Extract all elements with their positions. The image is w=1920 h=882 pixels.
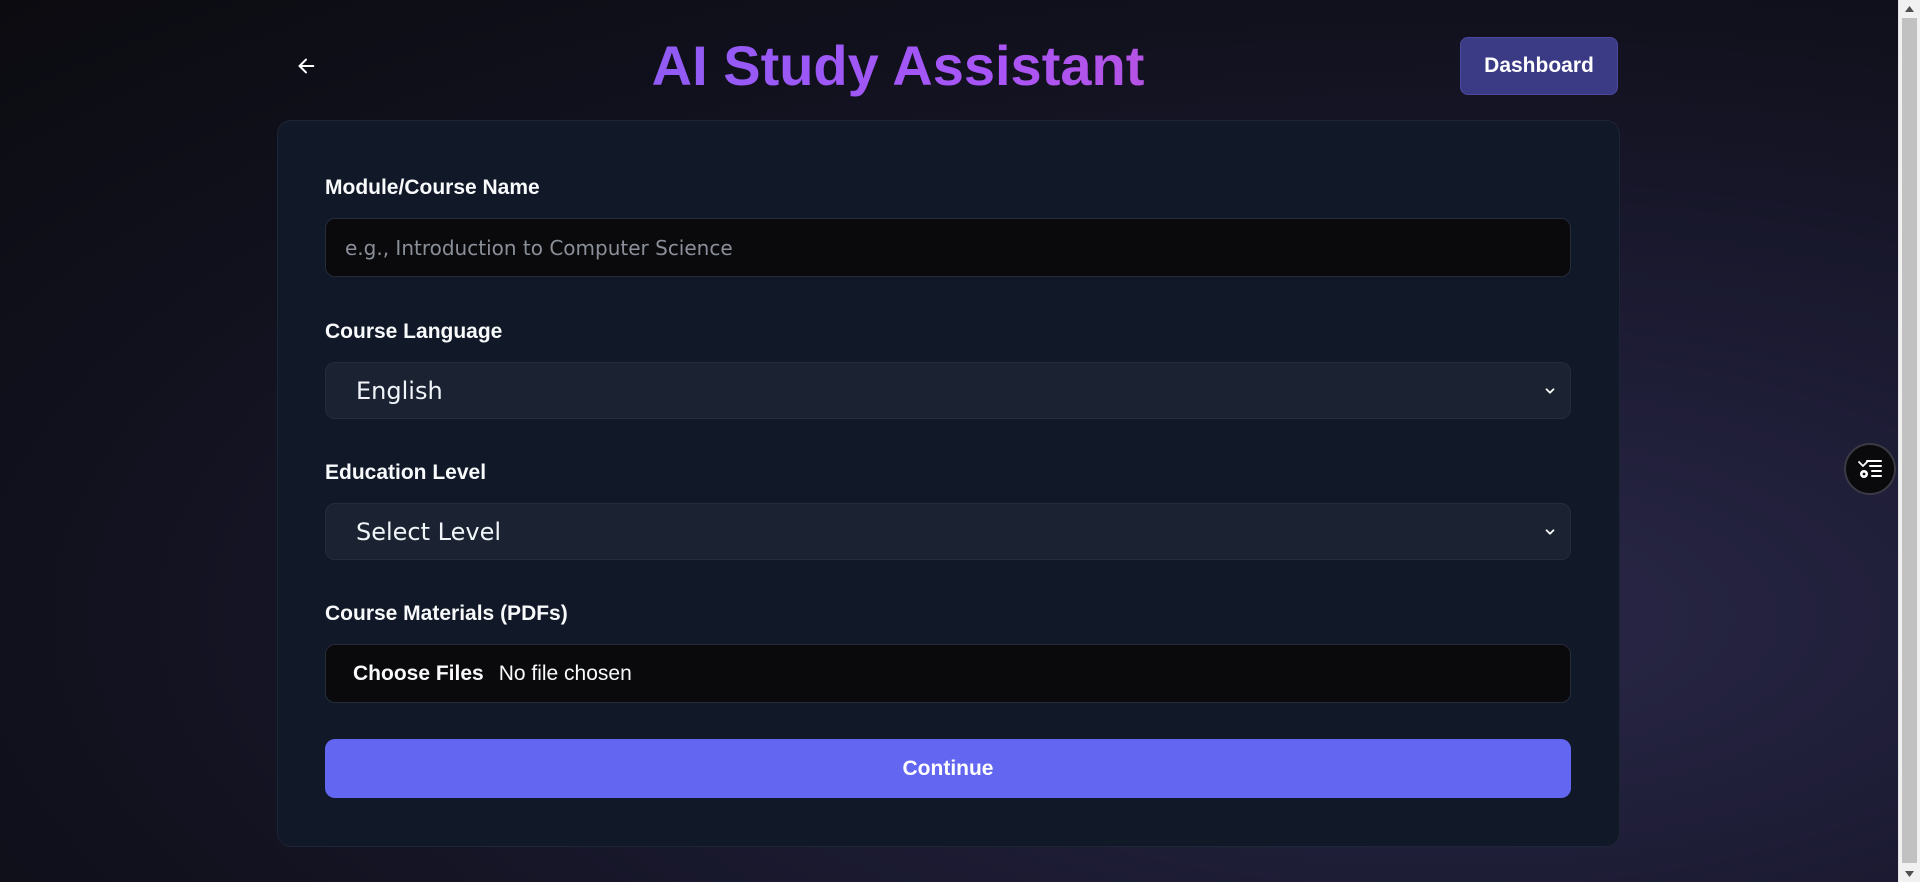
course-language-value: English: [356, 376, 443, 405]
scroll-down-arrow[interactable]: [1899, 865, 1920, 882]
education-level-value: Select Level: [356, 517, 502, 546]
course-language-select[interactable]: English: [325, 362, 1571, 419]
floating-widget-button[interactable]: [1844, 443, 1896, 495]
course-setup-card: Module/Course Name e.g., Introduction to…: [277, 120, 1620, 847]
page: AI Study Assistant Dashboard Module/Cour…: [0, 0, 1898, 882]
chevron-down-icon: [1542, 524, 1558, 540]
course-name-input[interactable]: e.g., Introduction to Computer Science: [325, 218, 1571, 277]
chevron-down-icon: [1542, 383, 1558, 399]
list-settings-icon: [1858, 460, 1882, 478]
dashboard-button[interactable]: Dashboard: [1460, 37, 1618, 95]
continue-button[interactable]: Continue: [325, 739, 1571, 798]
course-materials-label: Course Materials (PDFs): [325, 602, 568, 625]
course-materials-file-input[interactable]: Choose Files No file chosen: [325, 644, 1571, 703]
file-status-text: No file chosen: [498, 661, 632, 685]
scroll-up-arrow[interactable]: [1899, 0, 1920, 17]
choose-files-button[interactable]: Choose Files: [353, 662, 484, 686]
scrollbar-thumb[interactable]: [1902, 18, 1917, 863]
course-language-label: Course Language: [325, 320, 503, 343]
education-level-label: Education Level: [325, 461, 487, 484]
education-level-select[interactable]: Select Level: [325, 503, 1571, 560]
vertical-scrollbar[interactable]: [1898, 0, 1920, 882]
course-name-label: Module/Course Name: [325, 176, 540, 199]
course-name-placeholder: e.g., Introduction to Computer Science: [345, 235, 733, 260]
